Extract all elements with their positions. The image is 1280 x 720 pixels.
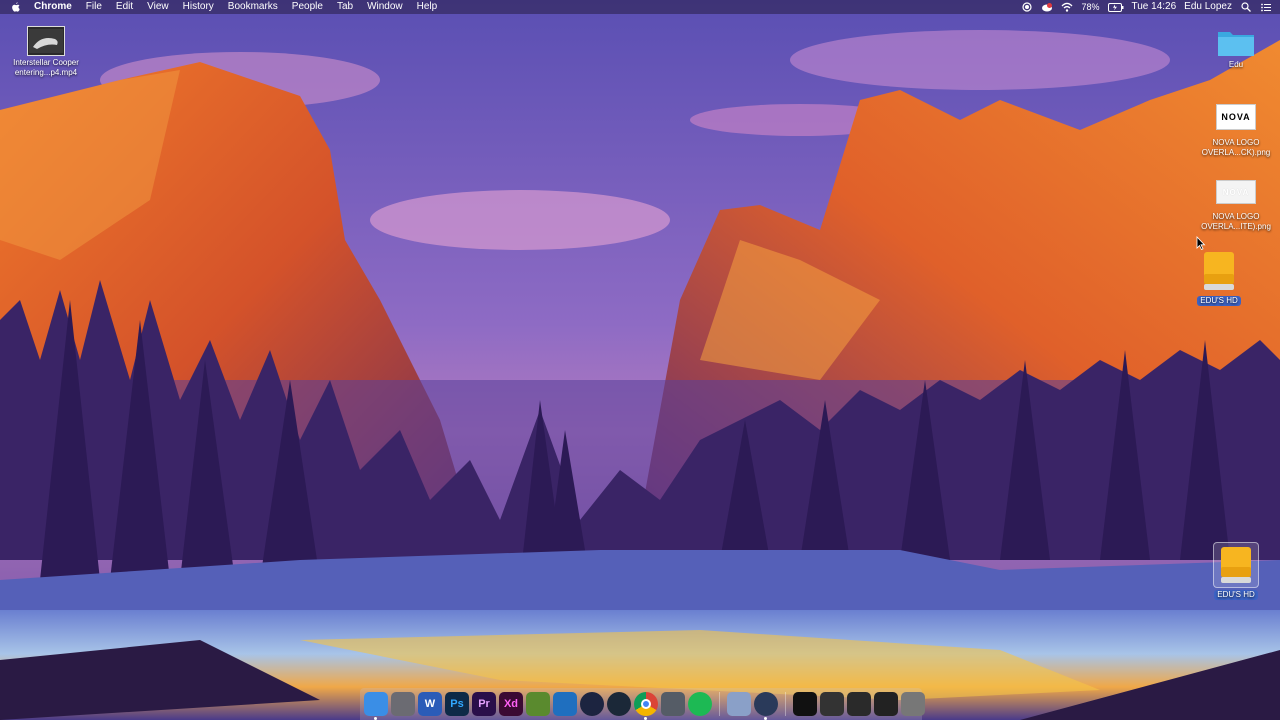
folder-icon [1216, 26, 1256, 58]
video-thumbnail-icon [27, 26, 65, 56]
wifi-icon[interactable] [1061, 1, 1073, 13]
drive-label-top: EDU'S HD [1197, 296, 1241, 306]
menu-edit[interactable]: Edit [109, 0, 140, 14]
screenshot-icon[interactable] [874, 692, 898, 716]
app-menu-chrome[interactable]: Chrome [30, 0, 79, 14]
menu-window[interactable]: Window [360, 0, 410, 14]
menu-help[interactable]: Help [410, 0, 445, 14]
menu-file[interactable]: File [79, 0, 109, 14]
xd-glyph: Xd [503, 698, 519, 710]
minecraft-icon[interactable] [526, 692, 550, 716]
mouse-cursor-icon [1196, 236, 1206, 250]
steam-icon[interactable] [607, 692, 631, 716]
user-name[interactable]: Edu Lopez [1184, 0, 1232, 14]
cinema4d-icon[interactable] [580, 692, 604, 716]
nova-logo-white-thumbnail: NOVA [1216, 180, 1256, 204]
apple-menu-icon[interactable] [8, 0, 22, 14]
folder-label: Edu [1228, 60, 1244, 69]
record-icon[interactable] [1021, 1, 1033, 13]
nova-white-filename-line2: OVERLA...ITE).png [1201, 222, 1271, 231]
nova-black-filename-line2: OVERLA...CK).png [1201, 148, 1271, 157]
nova-thumb-text: NOVA [1221, 112, 1251, 122]
launchpad-icon[interactable] [661, 692, 685, 716]
dock: W Ps Pr Xd [360, 688, 925, 720]
video-filename-line1: Interstellar Cooper [13, 58, 79, 67]
nova-black-filename-line1: NOVA LOGO [1212, 138, 1260, 147]
menu-bar: Chrome File Edit View History Bookmarks … [0, 0, 1280, 14]
desktop-drive-edus-hd[interactable]: EDU'S HD [1177, 250, 1261, 306]
spotify-icon[interactable] [688, 692, 712, 716]
nova-logo-black-thumbnail: NOVA [1216, 104, 1256, 130]
creative-cloud-icon[interactable] [1041, 1, 1053, 13]
window-manager-icon[interactable] [847, 692, 871, 716]
desktop-wallpaper [0, 0, 1280, 720]
menu-bookmarks[interactable]: Bookmarks [221, 0, 285, 14]
vscode-icon[interactable] [553, 692, 577, 716]
premiere-icon[interactable]: Pr [472, 692, 496, 716]
spotlight-search-icon[interactable] [1240, 1, 1252, 13]
desktop-file-video[interactable]: Interstellar Cooper entering...p4.mp4 [4, 26, 88, 78]
premiere-glyph: Pr [478, 698, 490, 710]
notification-center-icon[interactable] [1260, 1, 1272, 13]
menu-history[interactable]: History [176, 0, 221, 14]
desktop-file-nova-black[interactable]: NOVA NOVA LOGO OVERLA...CK).png [1194, 104, 1278, 158]
battery-icon[interactable] [1107, 1, 1124, 13]
external-drive-icon-selected [1213, 542, 1259, 588]
chrome-icon[interactable] [634, 692, 658, 720]
desktop-folder-edu[interactable]: Edu [1194, 26, 1278, 70]
word-glyph: W [424, 698, 436, 710]
dock-separator [785, 692, 786, 716]
photoshop-icon[interactable]: Ps [445, 692, 469, 716]
menu-people[interactable]: People [285, 0, 330, 14]
quicktime-icon[interactable] [754, 692, 778, 720]
trash-icon[interactable] [901, 692, 925, 716]
menu-view[interactable]: View [140, 0, 176, 14]
system-preferences-icon[interactable] [391, 692, 415, 716]
screen-recorder-icon[interactable] [820, 692, 844, 716]
menu-tab[interactable]: Tab [330, 0, 360, 14]
external-drive-icon [1201, 250, 1237, 294]
drive-label-bottom: EDU'S HD [1214, 590, 1258, 600]
clock[interactable]: Tue 14:26 [1132, 0, 1177, 14]
finder-icon[interactable] [364, 692, 388, 720]
desktop-file-nova-white[interactable]: NOVA NOVA LOGO OVERLA...ITE).png [1194, 180, 1278, 232]
dock-separator [719, 692, 720, 716]
photoshop-glyph: Ps [450, 698, 464, 710]
battery-percent: 78% [1081, 2, 1100, 12]
video-filename-line2: entering...p4.mp4 [14, 68, 78, 77]
xd-icon[interactable]: Xd [499, 692, 523, 716]
preview-icon[interactable] [727, 692, 751, 716]
nova-white-thumb-text: NOVA [1222, 187, 1250, 197]
nova-white-filename-line1: NOVA LOGO [1212, 212, 1260, 221]
desktop-drive-edus-hd-selected[interactable]: EDU'S HD [1194, 542, 1278, 600]
word-icon[interactable]: W [418, 692, 442, 716]
terminal-icon[interactable] [793, 692, 817, 716]
